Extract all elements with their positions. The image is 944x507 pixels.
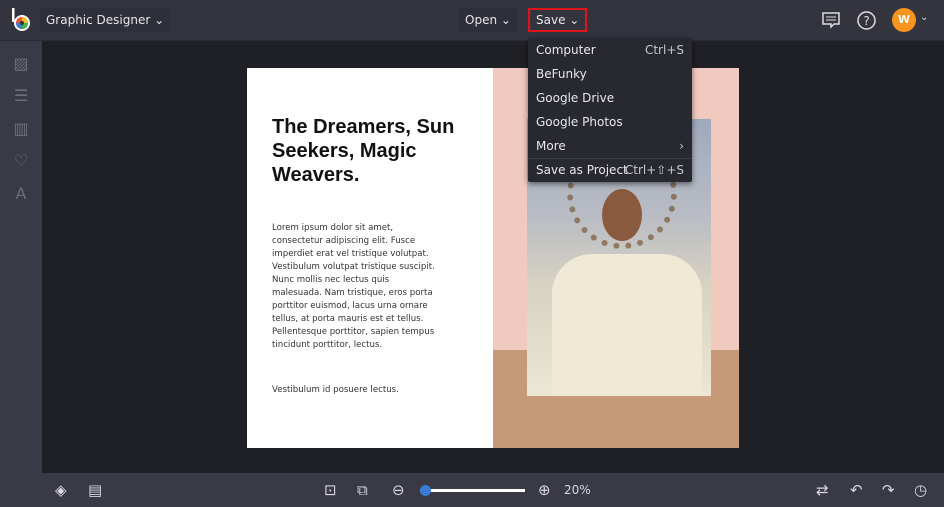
project-label: Graphic Designer <box>46 13 151 27</box>
zoom-out-icon[interactable]: ⊖ <box>392 481 405 499</box>
label: Google Photos <box>536 115 623 129</box>
project-type-dropdown[interactable]: Graphic Designer ⌄ <box>40 8 171 32</box>
menu-item-more[interactable]: More › <box>528 134 692 158</box>
face-shape <box>602 189 642 241</box>
redo-icon[interactable]: ↷ <box>882 481 895 499</box>
open-button[interactable]: Open ⌄ <box>459 8 517 32</box>
help-icon[interactable]: ? <box>857 11 876 30</box>
menu-item-google-drive[interactable]: Google Drive <box>528 86 692 110</box>
adjustments-icon[interactable]: ☰ <box>12 87 30 105</box>
save-label: Save <box>536 13 566 27</box>
body-text: Lorem ipsum dolor sit amet, consectetur … <box>272 223 435 350</box>
image-icon[interactable]: ▨ <box>12 55 30 73</box>
menu-item-befunky[interactable]: BeFunky <box>528 62 692 86</box>
label: Computer <box>536 43 596 57</box>
save-button[interactable]: Save ⌄ <box>528 8 588 32</box>
menu-item-save-as-project[interactable]: Save as Project Ctrl+⇧+S <box>528 158 692 182</box>
save-menu: Computer Ctrl+S BeFunky Google Drive Goog… <box>528 38 692 182</box>
actual-size-icon[interactable]: ⧉ <box>357 481 368 499</box>
fit-screen-icon[interactable]: ⊡ <box>324 481 337 499</box>
zoom-slider[interactable] <box>420 489 525 492</box>
chevron-down-icon[interactable]: ⌄ <box>920 12 928 23</box>
label: Save as Project <box>536 163 628 177</box>
left-sidebar: ▨ ☰ ▥ ♡ A <box>0 41 42 473</box>
top-bar: Graphic Designer ⌄ Open ⌄ Save ⌄ ? W ⌄ <box>0 0 944 41</box>
headline: The Dreamers, Sun Seekers, Magic Weavers… <box>272 116 455 186</box>
label: BeFunky <box>536 67 587 81</box>
footer-text: Vestibulum id posuere lectus. <box>272 385 399 395</box>
menu-item-google-photos[interactable]: Google Photos <box>528 110 692 134</box>
shirt-shape <box>552 254 702 396</box>
layout-icon[interactable]: ▥ <box>12 120 30 138</box>
svg-text:?: ? <box>863 14 869 28</box>
replace-icon[interactable]: ⇄ <box>816 481 829 499</box>
menu-item-computer[interactable]: Computer Ctrl+S <box>528 38 692 62</box>
user-avatar[interactable]: W <box>892 8 916 32</box>
text-icon[interactable]: A <box>12 185 30 203</box>
open-label: Open <box>465 13 498 27</box>
layers-icon[interactable]: ◈ <box>55 481 67 499</box>
chevron-right-icon: › <box>679 139 684 153</box>
chat-icon[interactable] <box>821 11 841 29</box>
shortcut: Ctrl+⇧+S <box>624 163 684 177</box>
label: Google Drive <box>536 91 615 105</box>
zoom-level: 20% <box>564 483 591 497</box>
shortcut: Ctrl+S <box>644 43 684 57</box>
befunky-logo[interactable] <box>11 8 33 32</box>
zoom-in-icon[interactable]: ⊕ <box>538 481 551 499</box>
history-icon[interactable]: ◷ <box>914 481 927 499</box>
label: More <box>536 139 566 153</box>
undo-icon[interactable]: ↶ <box>850 481 863 499</box>
heart-icon[interactable]: ♡ <box>12 152 30 170</box>
layout-panel-icon[interactable]: ▤ <box>88 481 102 499</box>
